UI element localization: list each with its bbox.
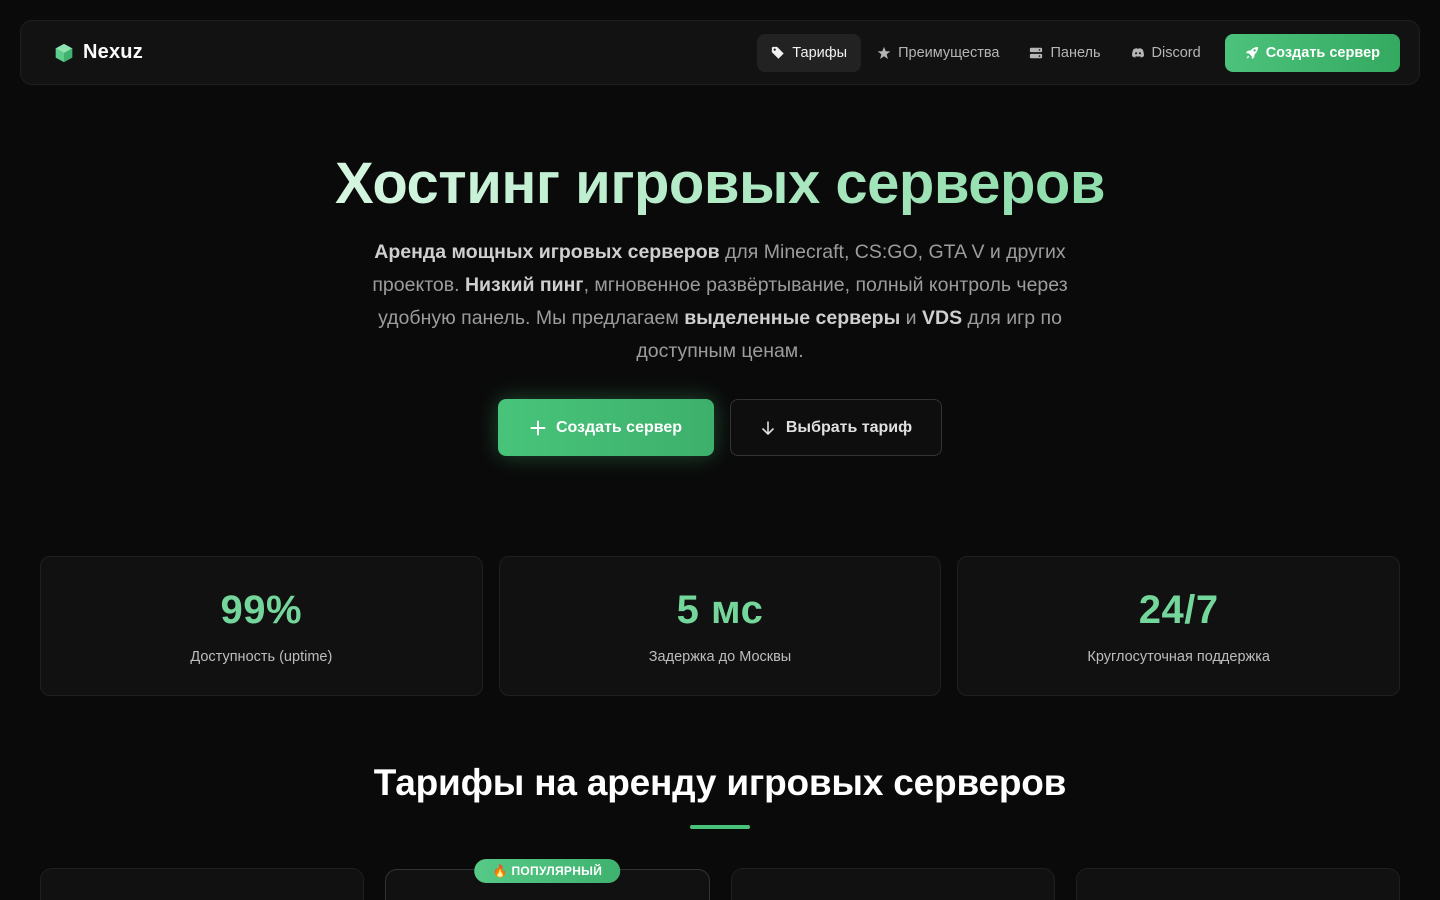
choose-tariff-label: Выбрать тариф — [785, 418, 913, 436]
choose-tariff-button[interactable]: Выбрать тариф — [730, 399, 942, 456]
stat-card-support: 24/7 Круглосуточная поддержка — [957, 556, 1401, 696]
arrow-down-icon — [762, 420, 774, 435]
plan-card[interactable] — [40, 868, 365, 900]
hero-desc-bold: VDS — [921, 307, 963, 329]
pricing-plans: 🔥 ПОПУЛЯРНЫЙ — [40, 859, 1400, 900]
hero-desc-bold: выделенные серверы — [684, 307, 901, 329]
stat-card-uptime: 99% Доступность (uptime) — [40, 556, 483, 696]
create-server-nav-button[interactable]: Создать сервер — [1224, 33, 1400, 72]
stats-section: 99% Доступность (uptime) 5 мс Задержка д… — [40, 556, 1401, 696]
stat-card-latency: 5 мс Задержка до Москвы — [498, 556, 942, 696]
section-underline — [690, 825, 750, 829]
server-icon — [1030, 47, 1043, 58]
plus-icon — [530, 420, 546, 435]
cube-icon — [53, 42, 75, 64]
stat-value: 24/7 — [1138, 587, 1219, 632]
stat-label: Задержка до Москвы — [648, 648, 792, 665]
hero-desc-text: и — [900, 307, 922, 329]
popular-badge: 🔥 ПОПУЛЯРНЫЙ — [474, 859, 621, 883]
stat-label: Доступность (uptime) — [190, 648, 333, 665]
stat-label: Круглосуточная поддержка — [1087, 648, 1270, 665]
nav-item-advantages[interactable]: Преимущества — [863, 34, 1013, 72]
rocket-icon — [1245, 46, 1258, 59]
brand-logo[interactable]: Nexuz — [53, 41, 143, 64]
nav-item-label: Discord — [1151, 44, 1201, 61]
pricing-section-title: Тарифы на аренду игровых серверов — [373, 762, 1067, 803]
tag-icon — [772, 46, 784, 59]
stat-value: 5 мс — [676, 587, 764, 632]
hero-description: Аренда мощных игровых серверов для Minec… — [360, 236, 1080, 368]
hero-desc-bold: Низкий пинг — [464, 274, 584, 296]
create-server-button[interactable]: Создать сервер — [498, 399, 714, 456]
stat-value: 99% — [220, 587, 303, 632]
nav-item-label: Преимущества — [898, 44, 1000, 61]
brand-name: Nexuz — [83, 41, 143, 63]
star-icon — [877, 46, 891, 59]
plan-card-popular[interactable]: 🔥 ПОПУЛЯРНЫЙ — [385, 859, 710, 900]
nav-menu: Тарифы Преимущества Панель Discord Созда… — [757, 33, 1400, 72]
nav-item-label: Тарифы — [792, 44, 848, 61]
discord-icon — [1131, 47, 1144, 58]
nav-item-discord[interactable]: Discord — [1117, 34, 1215, 72]
plan-card[interactable] — [730, 868, 1055, 900]
nav-item-panel[interactable]: Панель — [1015, 34, 1114, 72]
plan-card[interactable] — [1075, 868, 1400, 900]
hero-title: Хостинг игровых серверов — [0, 150, 1440, 217]
top-navbar: Nexuz Тарифы Преимущества Панель Discord… — [20, 20, 1420, 85]
nav-item-label: Панель — [1050, 44, 1101, 61]
hero-actions: Создать сервер Выбрать тариф — [0, 399, 1440, 456]
hero-desc-bold: Аренда мощных игровых серверов — [374, 241, 720, 263]
nav-item-tariffs[interactable]: Тарифы — [757, 33, 862, 72]
create-server-label: Создать сервер — [555, 418, 683, 436]
create-server-nav-label: Создать сервер — [1265, 44, 1380, 61]
